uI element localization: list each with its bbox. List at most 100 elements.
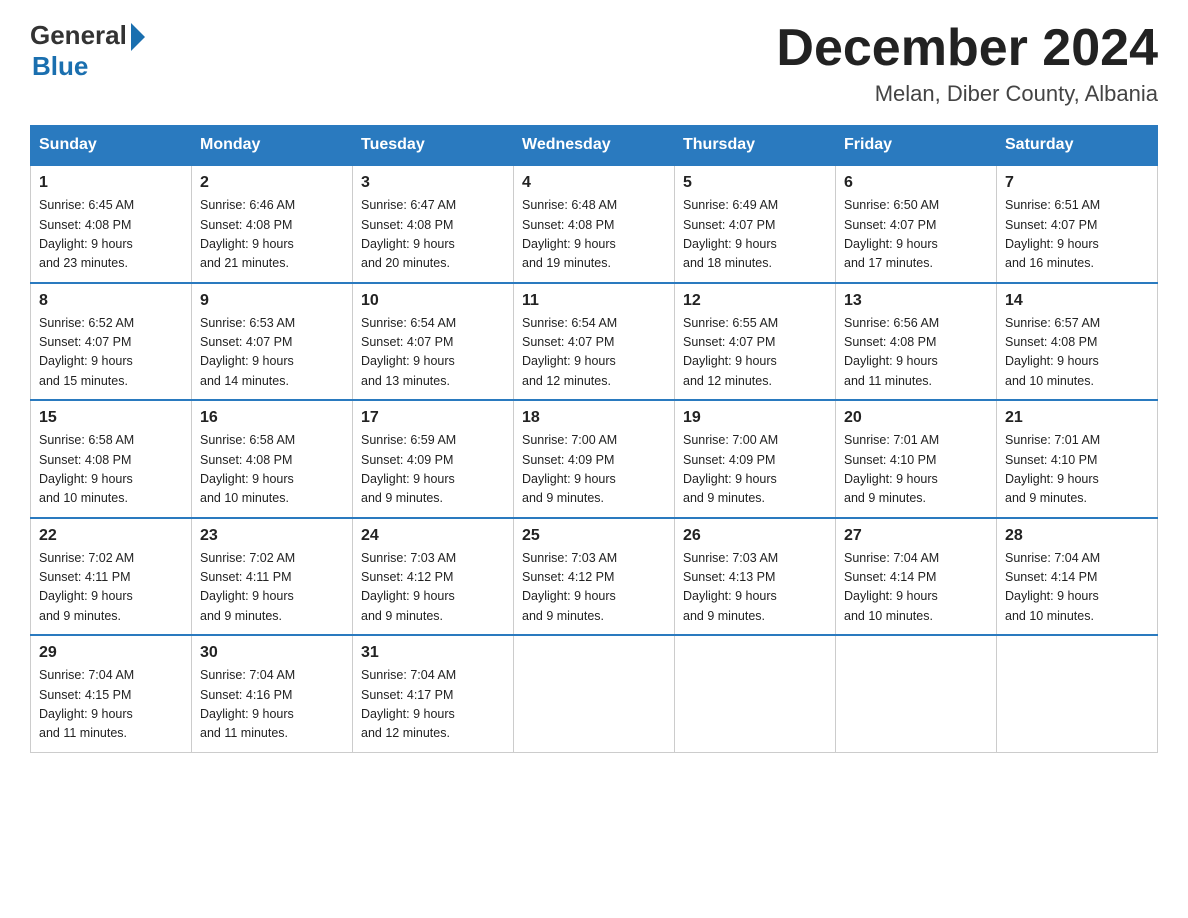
day-info: Sunrise: 7:04 AMSunset: 4:17 PMDaylight:… [361,668,456,740]
day-info: Sunrise: 6:56 AMSunset: 4:08 PMDaylight:… [844,316,939,388]
day-info: Sunrise: 6:58 AMSunset: 4:08 PMDaylight:… [200,433,295,505]
day-info: Sunrise: 7:00 AMSunset: 4:09 PMDaylight:… [522,433,617,505]
table-row: 4 Sunrise: 6:48 AMSunset: 4:08 PMDayligh… [514,165,675,283]
day-info: Sunrise: 7:03 AMSunset: 4:12 PMDaylight:… [361,551,456,623]
table-row: 5 Sunrise: 6:49 AMSunset: 4:07 PMDayligh… [675,165,836,283]
day-number: 29 [39,644,183,662]
day-number: 22 [39,527,183,545]
day-info: Sunrise: 7:04 AMSunset: 4:15 PMDaylight:… [39,668,134,740]
day-info: Sunrise: 6:54 AMSunset: 4:07 PMDaylight:… [361,316,456,388]
table-row: 12 Sunrise: 6:55 AMSunset: 4:07 PMDaylig… [675,283,836,401]
table-row [836,635,997,752]
table-row: 9 Sunrise: 6:53 AMSunset: 4:07 PMDayligh… [192,283,353,401]
day-info: Sunrise: 7:01 AMSunset: 4:10 PMDaylight:… [844,433,939,505]
day-info: Sunrise: 7:04 AMSunset: 4:16 PMDaylight:… [200,668,295,740]
day-info: Sunrise: 6:58 AMSunset: 4:08 PMDaylight:… [39,433,134,505]
day-number: 3 [361,174,505,192]
table-row: 24 Sunrise: 7:03 AMSunset: 4:12 PMDaylig… [353,518,514,636]
day-number: 8 [39,292,183,310]
day-info: Sunrise: 6:51 AMSunset: 4:07 PMDaylight:… [1005,198,1100,270]
day-number: 10 [361,292,505,310]
col-thursday: Thursday [675,126,836,166]
day-number: 9 [200,292,344,310]
table-row: 14 Sunrise: 6:57 AMSunset: 4:08 PMDaylig… [997,283,1158,401]
day-info: Sunrise: 7:04 AMSunset: 4:14 PMDaylight:… [844,551,939,623]
day-info: Sunrise: 7:03 AMSunset: 4:13 PMDaylight:… [683,551,778,623]
day-info: Sunrise: 6:45 AMSunset: 4:08 PMDaylight:… [39,198,134,270]
day-number: 27 [844,527,988,545]
table-row: 21 Sunrise: 7:01 AMSunset: 4:10 PMDaylig… [997,400,1158,518]
day-info: Sunrise: 7:00 AMSunset: 4:09 PMDaylight:… [683,433,778,505]
day-info: Sunrise: 6:52 AMSunset: 4:07 PMDaylight:… [39,316,134,388]
day-number: 2 [200,174,344,192]
table-row: 27 Sunrise: 7:04 AMSunset: 4:14 PMDaylig… [836,518,997,636]
logo-general-text: General [30,20,127,51]
day-info: Sunrise: 6:46 AMSunset: 4:08 PMDaylight:… [200,198,295,270]
day-number: 1 [39,174,183,192]
table-row: 11 Sunrise: 6:54 AMSunset: 4:07 PMDaylig… [514,283,675,401]
day-number: 6 [844,174,988,192]
table-row: 30 Sunrise: 7:04 AMSunset: 4:16 PMDaylig… [192,635,353,752]
day-number: 16 [200,409,344,427]
table-row [997,635,1158,752]
table-row: 15 Sunrise: 6:58 AMSunset: 4:08 PMDaylig… [31,400,192,518]
table-row: 28 Sunrise: 7:04 AMSunset: 4:14 PMDaylig… [997,518,1158,636]
title-block: December 2024 Melan, Diber County, Alban… [776,20,1158,107]
logo: General Blue [30,20,145,82]
page-header: General Blue December 2024 Melan, Diber … [30,20,1158,107]
col-friday: Friday [836,126,997,166]
week-row-2: 8 Sunrise: 6:52 AMSunset: 4:07 PMDayligh… [31,283,1158,401]
day-number: 25 [522,527,666,545]
day-number: 7 [1005,174,1149,192]
table-row: 22 Sunrise: 7:02 AMSunset: 4:11 PMDaylig… [31,518,192,636]
col-saturday: Saturday [997,126,1158,166]
day-info: Sunrise: 6:49 AMSunset: 4:07 PMDaylight:… [683,198,778,270]
table-row: 31 Sunrise: 7:04 AMSunset: 4:17 PMDaylig… [353,635,514,752]
table-row: 6 Sunrise: 6:50 AMSunset: 4:07 PMDayligh… [836,165,997,283]
day-info: Sunrise: 6:53 AMSunset: 4:07 PMDaylight:… [200,316,295,388]
table-row: 26 Sunrise: 7:03 AMSunset: 4:13 PMDaylig… [675,518,836,636]
day-number: 30 [200,644,344,662]
day-info: Sunrise: 6:54 AMSunset: 4:07 PMDaylight:… [522,316,617,388]
week-row-1: 1 Sunrise: 6:45 AMSunset: 4:08 PMDayligh… [31,165,1158,283]
calendar-title: December 2024 [776,20,1158,77]
day-info: Sunrise: 7:04 AMSunset: 4:14 PMDaylight:… [1005,551,1100,623]
table-row: 16 Sunrise: 6:58 AMSunset: 4:08 PMDaylig… [192,400,353,518]
table-row: 29 Sunrise: 7:04 AMSunset: 4:15 PMDaylig… [31,635,192,752]
table-row [675,635,836,752]
day-number: 18 [522,409,666,427]
calendar-header-row: Sunday Monday Tuesday Wednesday Thursday… [31,126,1158,166]
day-number: 14 [1005,292,1149,310]
table-row: 18 Sunrise: 7:00 AMSunset: 4:09 PMDaylig… [514,400,675,518]
day-number: 26 [683,527,827,545]
table-row: 13 Sunrise: 6:56 AMSunset: 4:08 PMDaylig… [836,283,997,401]
day-info: Sunrise: 6:55 AMSunset: 4:07 PMDaylight:… [683,316,778,388]
table-row: 23 Sunrise: 7:02 AMSunset: 4:11 PMDaylig… [192,518,353,636]
day-info: Sunrise: 7:02 AMSunset: 4:11 PMDaylight:… [200,551,295,623]
week-row-4: 22 Sunrise: 7:02 AMSunset: 4:11 PMDaylig… [31,518,1158,636]
logo-blue-text: Blue [32,51,88,82]
day-info: Sunrise: 6:50 AMSunset: 4:07 PMDaylight:… [844,198,939,270]
week-row-3: 15 Sunrise: 6:58 AMSunset: 4:08 PMDaylig… [31,400,1158,518]
col-wednesday: Wednesday [514,126,675,166]
day-number: 24 [361,527,505,545]
day-number: 15 [39,409,183,427]
day-number: 13 [844,292,988,310]
table-row: 1 Sunrise: 6:45 AMSunset: 4:08 PMDayligh… [31,165,192,283]
day-info: Sunrise: 6:59 AMSunset: 4:09 PMDaylight:… [361,433,456,505]
col-tuesday: Tuesday [353,126,514,166]
table-row: 20 Sunrise: 7:01 AMSunset: 4:10 PMDaylig… [836,400,997,518]
day-number: 21 [1005,409,1149,427]
day-number: 31 [361,644,505,662]
table-row: 19 Sunrise: 7:00 AMSunset: 4:09 PMDaylig… [675,400,836,518]
day-number: 11 [522,292,666,310]
table-row: 8 Sunrise: 6:52 AMSunset: 4:07 PMDayligh… [31,283,192,401]
day-number: 28 [1005,527,1149,545]
day-info: Sunrise: 7:01 AMSunset: 4:10 PMDaylight:… [1005,433,1100,505]
col-monday: Monday [192,126,353,166]
day-number: 23 [200,527,344,545]
day-number: 19 [683,409,827,427]
table-row: 7 Sunrise: 6:51 AMSunset: 4:07 PMDayligh… [997,165,1158,283]
day-info: Sunrise: 6:47 AMSunset: 4:08 PMDaylight:… [361,198,456,270]
table-row: 25 Sunrise: 7:03 AMSunset: 4:12 PMDaylig… [514,518,675,636]
